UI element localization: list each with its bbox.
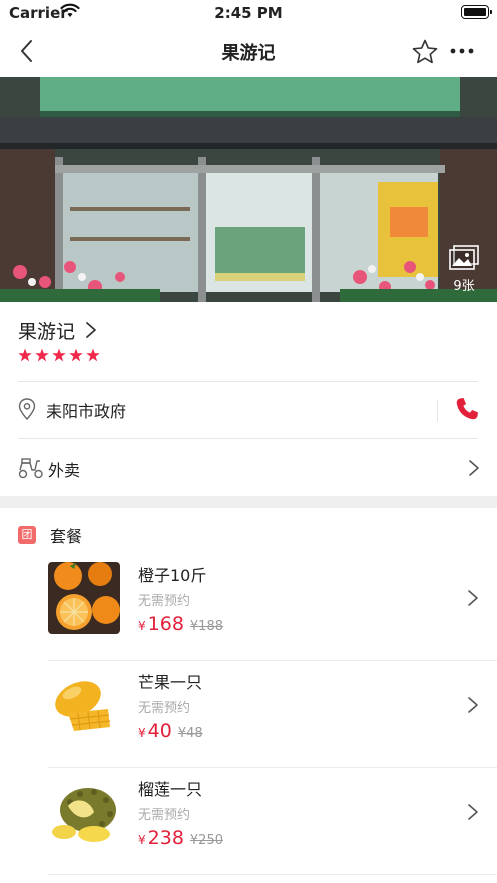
star-icon: [35, 348, 49, 362]
price-row: ¥ 168 ¥188: [138, 613, 223, 635]
storefront-photo[interactable]: 9张: [0, 77, 497, 302]
star-icon: [69, 348, 83, 362]
package-price: 40: [147, 720, 172, 742]
package-note: 无需预约: [138, 808, 191, 823]
original-price: ¥48: [177, 726, 203, 741]
package-item[interactable]: 芒果一只 无需预约 ¥ 40 ¥48: [48, 661, 497, 768]
address-row[interactable]: 耒阳市政府: [18, 382, 488, 438]
clock: 2:45 PM: [214, 4, 283, 22]
chevron-right-icon: [469, 460, 479, 476]
scooter-icon: [18, 458, 43, 479]
package-name: 芒果一只: [138, 673, 203, 692]
section-separator: [0, 496, 497, 508]
group-buy-badge: 团: [18, 526, 36, 544]
mango-icon: [48, 669, 120, 741]
price-row: ¥ 40 ¥48: [138, 720, 203, 742]
phone-icon[interactable]: [454, 396, 480, 422]
currency-symbol: ¥: [138, 619, 146, 633]
original-price: ¥188: [189, 619, 223, 634]
durian-icon: [48, 776, 120, 848]
delivery-row[interactable]: 外卖: [18, 440, 488, 496]
package-name: 榴莲一只: [138, 780, 203, 799]
favorite-star-icon[interactable]: [411, 38, 439, 66]
more-options-icon[interactable]: [447, 41, 477, 61]
package-item[interactable]: 榴莲一只 无需预约 ¥ 238 ¥250: [48, 768, 497, 875]
photo-count-label: 9张: [453, 279, 475, 294]
storefront-image: [0, 77, 497, 302]
divider: [48, 874, 497, 875]
package-note: 无需预约: [138, 594, 191, 609]
shop-address: 耒阳市政府: [46, 402, 127, 421]
status-bar: Carrier 2:45 PM: [0, 0, 497, 26]
orange-icon: [48, 562, 120, 634]
battery-icon: [461, 5, 492, 19]
chevron-right-icon: [468, 697, 478, 713]
divider: [437, 400, 438, 422]
gallery-icon: [449, 245, 479, 270]
currency-symbol: ¥: [138, 726, 146, 740]
star-icon: [18, 348, 32, 362]
shop-name: 果游记: [18, 320, 76, 343]
original-price: ¥250: [189, 833, 223, 848]
navigation-bar: 果游记: [0, 28, 497, 74]
packages-title: 套餐: [50, 527, 83, 546]
chevron-right-icon: [468, 804, 478, 820]
price-row: ¥ 238 ¥250: [138, 827, 223, 849]
chevron-right-icon: [86, 322, 96, 338]
divider: [18, 438, 478, 439]
photo-count[interactable]: 9张: [449, 245, 479, 294]
package-note: 无需预约: [138, 701, 191, 716]
package-item[interactable]: 橙子10斤 无需预约 ¥ 168 ¥188: [48, 554, 497, 661]
star-icon: [86, 348, 100, 362]
star-icon: [52, 348, 66, 362]
shop-name-row[interactable]: 果游记: [18, 316, 97, 344]
star-rating: [18, 348, 100, 362]
chevron-right-icon: [468, 590, 478, 606]
currency-symbol: ¥: [138, 833, 146, 847]
delivery-label: 外卖: [48, 461, 81, 480]
packages-header: 团 套餐: [18, 524, 82, 546]
package-price: 238: [147, 827, 184, 849]
location-pin-icon: [18, 398, 36, 420]
package-name: 橙子10斤: [138, 566, 207, 585]
package-price: 168: [147, 613, 184, 635]
